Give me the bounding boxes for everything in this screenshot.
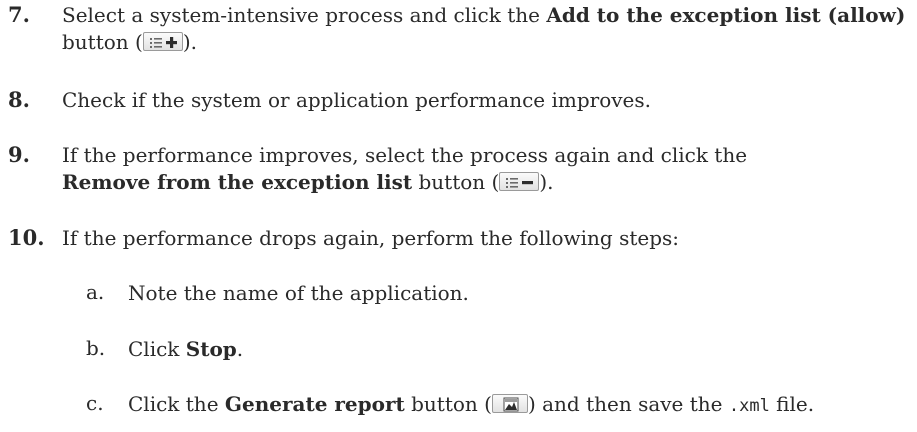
step-text-mid: button ( <box>62 30 143 54</box>
list-remove-icon <box>499 172 540 191</box>
step-number: 10. <box>8 225 45 250</box>
step-text-pre: Select a system-intensive process and cl… <box>62 3 547 27</box>
stop-label: Stop <box>185 337 237 361</box>
step-number: 8. <box>8 87 30 112</box>
substep-text-pre: Click the <box>128 392 225 416</box>
substep-letter: a. <box>86 280 105 304</box>
step-text-end: ). <box>182 30 198 54</box>
report-icon <box>491 394 528 413</box>
substep-text-end: . <box>236 337 244 361</box>
step-text: Check if the system or application perfo… <box>62 88 651 112</box>
remove-exception-label: Remove from the exception list <box>62 170 413 194</box>
xml-code: .xml <box>728 396 770 416</box>
step-text: Select a system-intensive process and cl… <box>62 2 911 56</box>
step-number: 9. <box>8 142 30 167</box>
substep-letter: c. <box>86 391 104 415</box>
substep-text-pre: Click <box>128 337 186 361</box>
step-text: If the performance drops again, perform … <box>62 226 680 250</box>
substep-text-mid2: ) and then save the <box>527 392 729 416</box>
substep-text-mid: button ( <box>404 392 492 416</box>
step-text: If the performance improves, select the … <box>62 142 911 196</box>
step-text-end: ). <box>539 170 554 194</box>
step-text-pre: If the performance improves, select the … <box>62 143 748 167</box>
substep-text-end: file. <box>769 392 815 416</box>
substep-text: Click the Generate report button ( ) and… <box>128 391 911 420</box>
substep-text: Click Stop. <box>128 336 911 363</box>
generate-report-label: Generate report <box>224 392 405 416</box>
step-text-mid: button ( <box>412 170 500 194</box>
add-exception-label: Add to the exception list (allow) <box>546 3 906 27</box>
substep-text: Note the name of the application. <box>128 281 469 305</box>
step-number: 7. <box>8 2 30 27</box>
substep-letter: b. <box>86 336 106 360</box>
list-add-icon <box>142 32 183 51</box>
